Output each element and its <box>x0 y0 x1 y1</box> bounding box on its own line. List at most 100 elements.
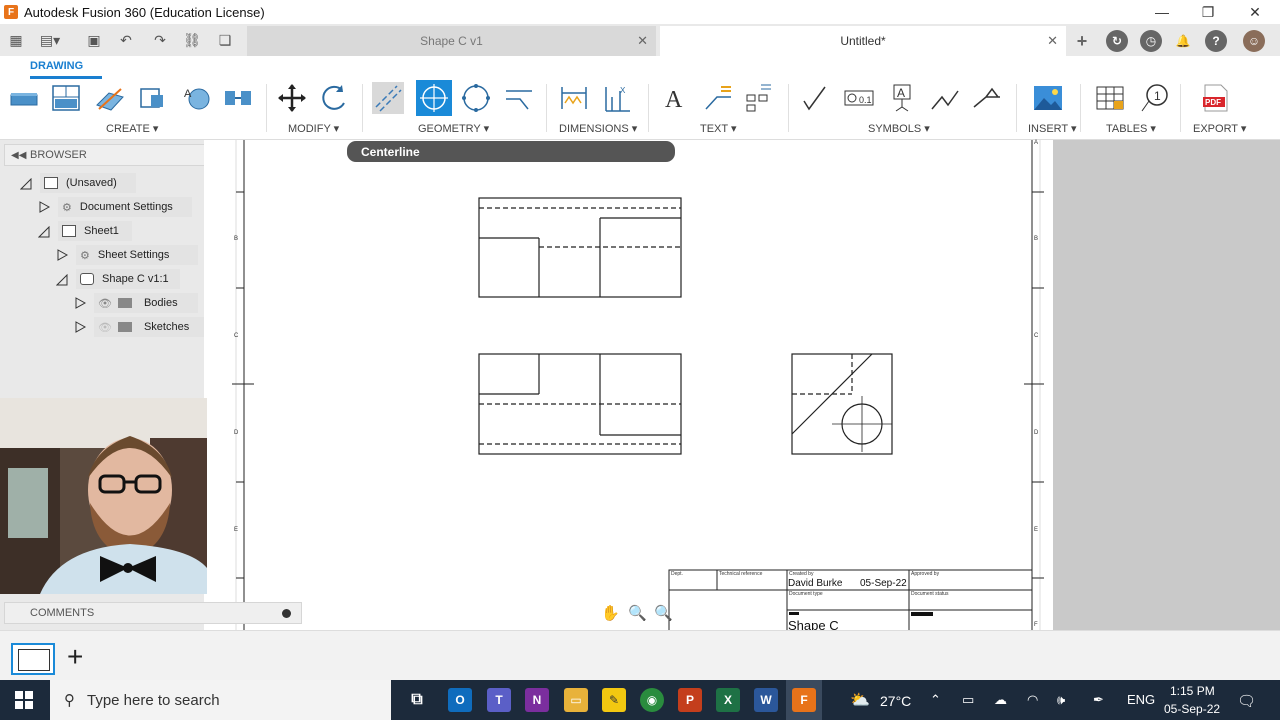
rotate-icon[interactable] <box>319 82 351 114</box>
group-geometry-label[interactable]: GEOMETRY ▾ <box>418 122 489 135</box>
redo-icon[interactable]: ↷ <box>150 30 170 50</box>
battery-icon[interactable]: ▭ <box>962 692 974 708</box>
projected-view-icon[interactable] <box>50 82 82 114</box>
link-icon[interactable]: ⛓ <box>182 30 202 50</box>
edge-extension-icon[interactable] <box>503 82 535 114</box>
browser-node-sheet1[interactable]: Sheet1 <box>58 221 132 241</box>
tab-untitled[interactable]: Untitled* ✕ <box>660 26 1066 56</box>
zoom-window-icon[interactable]: 🔍 <box>628 604 650 624</box>
excel-icon[interactable]: X <box>716 688 740 712</box>
minimize-button[interactable]: — <box>1139 0 1185 24</box>
pan-hand-icon[interactable]: ✋ <box>601 604 623 624</box>
feature-control-frame-icon[interactable]: 0.1 <box>843 82 875 114</box>
edge-symbol-icon[interactable] <box>971 82 1003 114</box>
clock-time[interactable]: 1:15 PM <box>1170 684 1215 698</box>
group-insert-label[interactable]: INSERT ▾ <box>1028 122 1077 135</box>
windows-start-icon[interactable] <box>14 690 34 710</box>
break-view-icon[interactable]: A <box>180 82 212 114</box>
notifications-icon[interactable]: 🔔 <box>1172 30 1194 52</box>
eye-icon[interactable]: 👁 <box>98 297 112 310</box>
note-icon[interactable] <box>742 82 774 114</box>
sticky-notes-icon[interactable]: ✎ <box>602 688 626 712</box>
table-icon[interactable] <box>1094 82 1126 114</box>
expand-triangle-icon[interactable] <box>56 249 68 261</box>
detail-view-icon[interactable] <box>136 82 168 114</box>
weather-temp[interactable]: 27°C <box>880 693 911 709</box>
plus-circle-icon[interactable] <box>282 608 291 618</box>
chrome-icon[interactable]: ◉ <box>640 688 664 712</box>
file-explorer-icon[interactable]: ▭ <box>564 688 588 712</box>
browser-node-bodies[interactable]: 👁 Bodies <box>94 293 198 313</box>
word-icon[interactable]: W <box>754 688 778 712</box>
leader-icon[interactable] <box>702 82 734 114</box>
browser-node-shape-c[interactable]: Shape C v1:1 <box>76 269 180 289</box>
group-tables-label[interactable]: TABLES ▾ <box>1106 122 1156 135</box>
browser-node-sketches[interactable]: 👁 Sketches <box>94 317 204 337</box>
group-export-label[interactable]: EXPORT ▾ <box>1193 122 1246 135</box>
browser-node-unsaved[interactable]: (Unsaved) <box>40 173 136 193</box>
volume-icon[interactable]: 🕪 <box>1057 692 1065 708</box>
powerpoint-icon[interactable]: P <box>678 688 702 712</box>
balloon-icon[interactable]: 1 <box>1138 82 1170 114</box>
expand-triangle-icon[interactable] <box>74 297 86 309</box>
center-mark-icon[interactable] <box>416 80 452 116</box>
pen-icon[interactable]: ✒ <box>1093 692 1104 708</box>
weather-icon[interactable]: ⛅ <box>850 690 870 710</box>
onenote-icon[interactable]: N <box>525 688 549 712</box>
section-view-icon[interactable] <box>94 82 126 114</box>
clock-date[interactable]: 05-Sep-22 <box>1164 702 1220 716</box>
exploded-view-icon[interactable] <box>222 82 254 114</box>
sheet-thumbnail[interactable] <box>11 643 55 675</box>
tab-close-icon[interactable]: ✕ <box>637 33 648 49</box>
fusion-taskbar-active[interactable]: F <box>786 680 822 720</box>
base-view-icon[interactable] <box>8 82 40 114</box>
task-view-icon[interactable]: ⧉ <box>405 688 429 712</box>
group-modify-label[interactable]: MODIFY ▾ <box>288 122 339 135</box>
app-grid-icon[interactable]: ▦ <box>6 30 26 50</box>
browser-node-sheet-settings[interactable]: ⚙ Sheet Settings <box>76 245 198 265</box>
insert-image-icon[interactable] <box>1032 82 1064 114</box>
expand-triangle-icon[interactable] <box>74 321 86 333</box>
fit-icon[interactable]: 🔍 <box>654 604 676 624</box>
language-indicator[interactable]: ENG <box>1127 692 1155 707</box>
surface-texture-icon[interactable] <box>800 82 832 114</box>
collapse-triangle-icon[interactable] <box>38 226 50 238</box>
dimension-icon[interactable] <box>558 82 590 114</box>
outlook-icon[interactable]: O <box>448 688 472 712</box>
ordinate-dimension-icon[interactable]: X <box>601 82 633 114</box>
collapse-icon[interactable]: ◀◀ <box>11 150 26 161</box>
extensions-icon[interactable]: ↻ <box>1106 30 1128 52</box>
add-sheet-icon[interactable]: + <box>67 643 83 671</box>
collapse-triangle-icon[interactable] <box>56 274 68 286</box>
tab-close-icon[interactable]: ✕ <box>1047 33 1058 49</box>
export-pdf-icon[interactable]: PDF <box>1200 82 1232 114</box>
group-create-label[interactable]: CREATE ▾ <box>106 122 158 135</box>
wifi-icon[interactable]: ◠ <box>1027 692 1038 708</box>
job-status-icon[interactable]: ◷ <box>1140 30 1162 52</box>
new-tab-icon[interactable]: + <box>1071 30 1093 52</box>
drawing-canvas[interactable] <box>204 140 1053 641</box>
help-icon[interactable]: ? <box>1205 30 1227 52</box>
expand-triangle-icon[interactable] <box>38 201 50 213</box>
welding-symbol-icon[interactable] <box>929 82 961 114</box>
user-avatar[interactable]: ☺ <box>1243 30 1265 52</box>
undo-icon[interactable]: ↶ <box>116 30 136 50</box>
close-window-button[interactable]: ✕ <box>1232 0 1278 24</box>
collapse-triangle-icon[interactable] <box>20 178 32 190</box>
centerline-icon[interactable] <box>372 82 404 114</box>
pages-icon[interactable]: ❏ <box>215 30 235 50</box>
tab-drawing[interactable]: DRAWING <box>30 60 83 72</box>
group-dimensions-label[interactable]: DIMENSIONS ▾ <box>559 122 637 135</box>
onedrive-icon[interactable]: ☁ <box>994 692 1007 708</box>
teams-icon[interactable]: T <box>487 688 511 712</box>
taskbar-search[interactable]: ⚲ Type here to search <box>50 680 391 720</box>
tab-shape-c[interactable]: Shape C v1 ✕ <box>247 26 656 56</box>
group-symbols-label[interactable]: SYMBOLS ▾ <box>868 122 930 135</box>
notifications-center-icon[interactable]: 🗨 <box>1237 692 1256 710</box>
eye-hidden-icon[interactable]: 👁 <box>98 321 112 334</box>
datum-identifier-icon[interactable]: A <box>886 82 918 114</box>
browser-node-document-settings[interactable]: ⚙ Document Settings <box>58 197 192 217</box>
center-mark-pattern-icon[interactable] <box>460 82 492 114</box>
save-icon[interactable]: ▣ <box>84 30 104 50</box>
move-icon[interactable] <box>276 82 308 114</box>
